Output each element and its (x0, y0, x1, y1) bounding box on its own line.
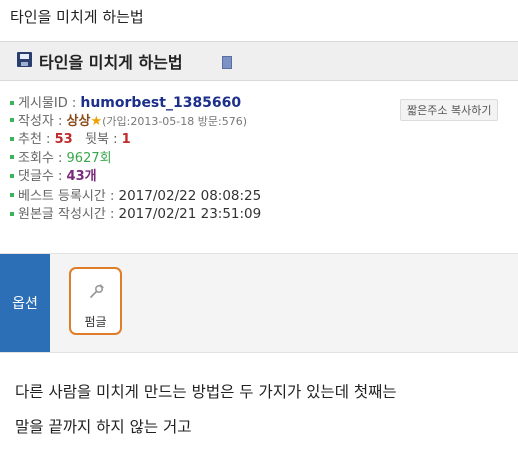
bullet-icon (10, 193, 14, 197)
post-title: 타인을 미치게 하는법 (39, 53, 183, 72)
down-count: 1 (121, 132, 131, 147)
floppy-disk-icon (17, 52, 32, 67)
post-body: 다른 사람을 미치게 만드는 방법은 두 가지가 있는데 첫째는 말을 끝까지 … (15, 375, 505, 445)
meta-best-time: 베스트 등록시간 : 2017/02/22 08:08:25 (10, 187, 450, 206)
bullet-icon (10, 100, 14, 105)
pin-label: 펌글 (84, 315, 107, 329)
option-bar: 옵션 펌글 (0, 253, 518, 353)
recommend-count: 53 (54, 132, 73, 147)
copy-short-url-button[interactable]: 짧은주소 복사하기 (400, 99, 499, 121)
meta-original-time: 원본글 작성시간 : 2017/02/21 23:51:09 (10, 205, 450, 224)
pin-icon (90, 284, 104, 298)
original-time-value: 2017/02/21 23:51:09 (118, 206, 262, 222)
post-meta: 게시물ID : humorbest_1385660 작성자 : 상상★(가입:2… (10, 94, 450, 224)
pin-post-button[interactable]: 펌글 (69, 267, 122, 335)
bullet-icon (10, 118, 14, 122)
star-icon: ★ (90, 113, 103, 129)
author-link[interactable]: 상상 (67, 114, 91, 129)
bullet-icon (10, 136, 14, 141)
bullet-icon (10, 173, 14, 178)
best-time-value: 2017/02/22 08:08:25 (118, 187, 262, 204)
post-header: 타인을 미치게 하는법 (0, 41, 518, 81)
meta-author: 작성자 : 상상★(가입:2013-05-18 방문:576) (10, 113, 450, 132)
post-id-value: humorbest_1385660 (80, 95, 242, 111)
bullet-icon (10, 155, 14, 159)
body-line: 다른 사람을 미치게 만드는 방법은 두 가지가 있는데 첫째는 (15, 383, 397, 401)
page-title: 타인을 미치게 하는법 (10, 8, 144, 26)
bullet-icon (10, 211, 14, 216)
views-count: 9627회 (66, 150, 112, 166)
meta-views: 조회수 : 9627회 (10, 150, 450, 169)
meta-post-id: 게시물ID : humorbest_1385660 (10, 94, 450, 113)
meta-recommend: 추천 : 53 뒷북 : 1 (10, 131, 450, 150)
meta-comments: 댓글수 : 43개 (10, 168, 450, 187)
body-line: 말을 끝까지 하지 않는 거고 (15, 418, 192, 436)
comments-count: 43개 (66, 169, 97, 184)
document-icon (222, 56, 232, 69)
options-label: 옵션 (0, 254, 50, 352)
